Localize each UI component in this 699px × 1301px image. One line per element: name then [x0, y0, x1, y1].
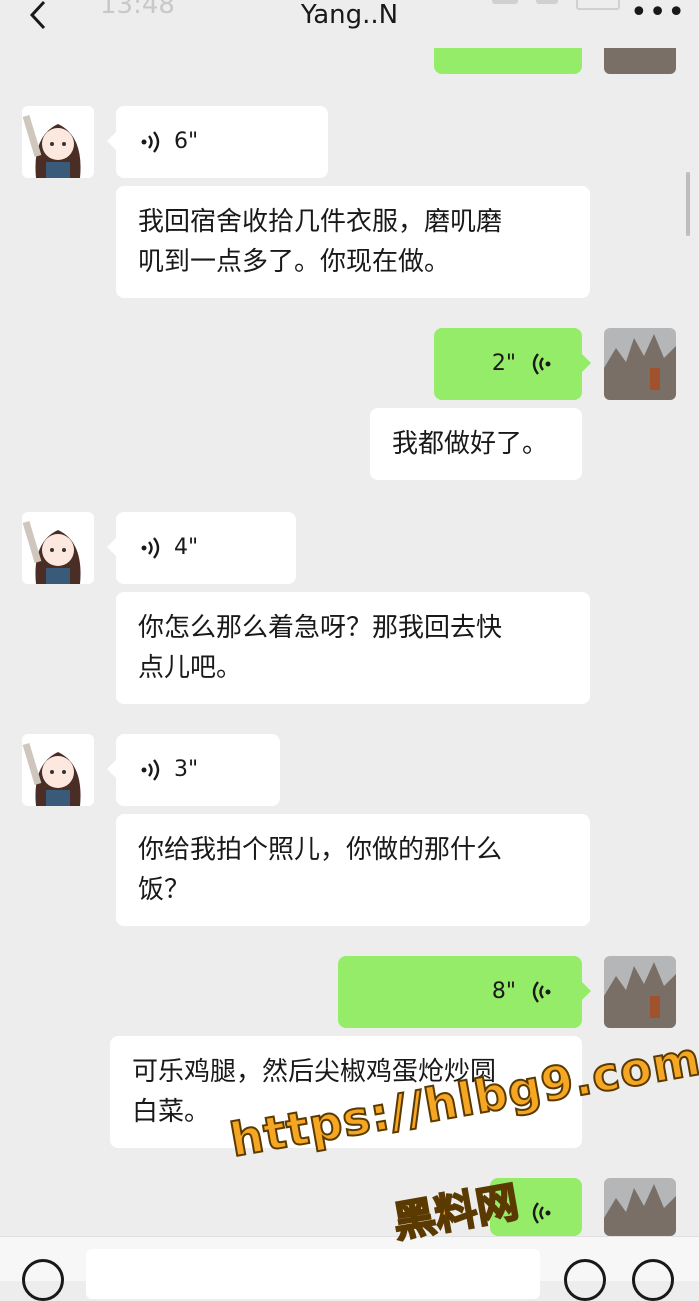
message-line: 叽到一点多了。你现在做。	[138, 247, 451, 277]
self-avatar[interactable]	[604, 1178, 676, 1236]
contact-avatar[interactable]	[22, 512, 94, 584]
message-line: 饭？	[138, 875, 191, 905]
text-message-bubble[interactable]: 我都做好了。	[370, 408, 582, 480]
scrollbar[interactable]	[686, 172, 690, 236]
message-line: 你怎么那么着急呀？那我回去快	[138, 613, 503, 643]
message-line: 你给我拍个照儿，你做的那什么	[138, 835, 503, 865]
chat-header: 13:48 Yang..N •••	[0, 0, 699, 48]
status-bar-icons	[492, 0, 620, 10]
voice-input-button[interactable]	[22, 1259, 64, 1301]
voice-message-bubble[interactable]: 4"	[107, 512, 296, 584]
add-button[interactable]	[632, 1259, 674, 1301]
battery-icon	[576, 0, 620, 10]
voice-duration: 8"	[491, 979, 516, 1004]
voice-duration: 2"	[491, 351, 516, 376]
voice-duration: 6"	[174, 129, 199, 154]
signal-icon	[492, 0, 518, 4]
message-line: 我都做好了。	[392, 429, 549, 459]
voice-message-bubble[interactable]: 8"	[338, 956, 591, 1028]
voice-message-bubble[interactable]: 2"	[434, 328, 591, 400]
text-message-bubble[interactable]: 你怎么那么着急呀？那我回去快 点儿吧。	[116, 592, 590, 704]
voice-message-bubble[interactable]: 6"	[107, 106, 328, 178]
voice-icon	[141, 537, 160, 559]
contact-avatar[interactable]	[22, 106, 94, 178]
message-input[interactable]	[86, 1249, 540, 1299]
message-line: 点儿吧。	[138, 653, 243, 683]
input-toolbar	[0, 1236, 699, 1301]
voice-icon	[532, 981, 551, 1003]
voice-message-bubble[interactable]: 3"	[107, 734, 280, 806]
voice-icon	[532, 353, 551, 375]
voice-icon	[141, 759, 160, 781]
message-line: 我回宿舍收拾几件衣服，磨叽磨	[138, 207, 503, 237]
voice-icon	[141, 131, 160, 153]
text-message-bubble[interactable]: 我回宿舍收拾几件衣服，磨叽磨 叽到一点多了。你现在做。	[116, 186, 590, 298]
voice-duration: 4"	[174, 535, 199, 560]
voice-duration: 3"	[174, 757, 199, 782]
wifi-icon	[536, 0, 558, 4]
more-options-button[interactable]: •••	[630, 0, 686, 28]
emoji-button[interactable]	[564, 1259, 606, 1301]
text-message-bubble[interactable]: 你给我拍个照儿，你做的那什么 饭？	[116, 814, 590, 926]
contact-avatar[interactable]	[22, 734, 94, 806]
self-avatar[interactable]	[604, 328, 676, 400]
self-avatar[interactable]	[604, 956, 676, 1028]
voice-icon	[532, 1202, 551, 1224]
